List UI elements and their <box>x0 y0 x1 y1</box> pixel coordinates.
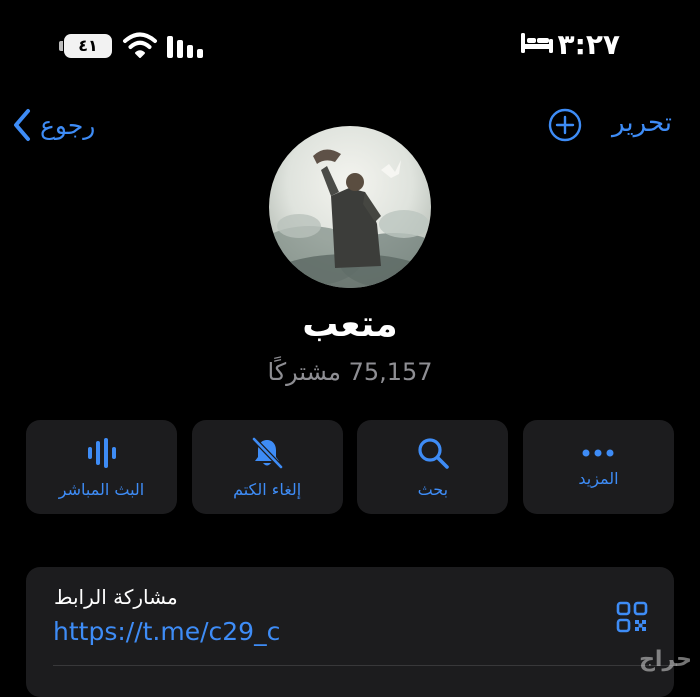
search-icon <box>418 437 449 469</box>
back-label: رجوع <box>40 110 96 140</box>
avatar-image <box>269 126 431 288</box>
more-label: المزيد <box>578 468 619 488</box>
search-label: بحث <box>417 479 449 499</box>
subscriber-count: 75,157 مشتركًا <box>267 358 433 386</box>
live-stream-button[interactable]: البث المباشر <box>26 420 177 514</box>
status-time: ٣:٢٧ <box>557 28 620 61</box>
unmute-button[interactable]: إلغاء الكتم <box>191 420 343 514</box>
action-row: المزيد بحث إلغاء الكتم البث المباشر <box>26 420 674 514</box>
share-link-title: مشاركة الرابط <box>54 585 178 609</box>
bed-icon <box>521 33 553 53</box>
wifi-icon <box>123 32 157 58</box>
share-link-url[interactable]: https://t.me/c29_c <box>53 617 280 646</box>
edit-button[interactable]: تحرير <box>612 108 672 138</box>
battery-icon: ٤١ <box>59 34 112 58</box>
more-button[interactable]: المزيد <box>522 420 674 514</box>
watermark: حراج <box>639 647 692 672</box>
back-button[interactable]: رجوع <box>12 105 95 145</box>
chevron-left-icon <box>14 109 30 141</box>
more-dots-icon <box>582 449 614 456</box>
bell-slash-icon <box>251 436 284 469</box>
status-bar: ٤١ ٣:٢٧ <box>0 0 700 90</box>
live-stream-label: البث المباشر <box>58 479 145 499</box>
battery-level: ٤١ <box>78 36 98 55</box>
qr-code-icon[interactable] <box>616 601 648 633</box>
signal-icon <box>167 36 203 58</box>
live-waveform-icon <box>87 437 116 468</box>
channel-avatar[interactable] <box>269 126 431 288</box>
card-divider <box>53 665 674 666</box>
channel-name: متعب <box>302 304 398 345</box>
share-link-card: مشاركة الرابط https://t.me/c29_c <box>26 567 674 697</box>
add-circle-icon[interactable] <box>548 108 582 142</box>
search-button[interactable]: بحث <box>357 420 509 514</box>
unmute-label: إلغاء الكتم <box>233 479 302 499</box>
